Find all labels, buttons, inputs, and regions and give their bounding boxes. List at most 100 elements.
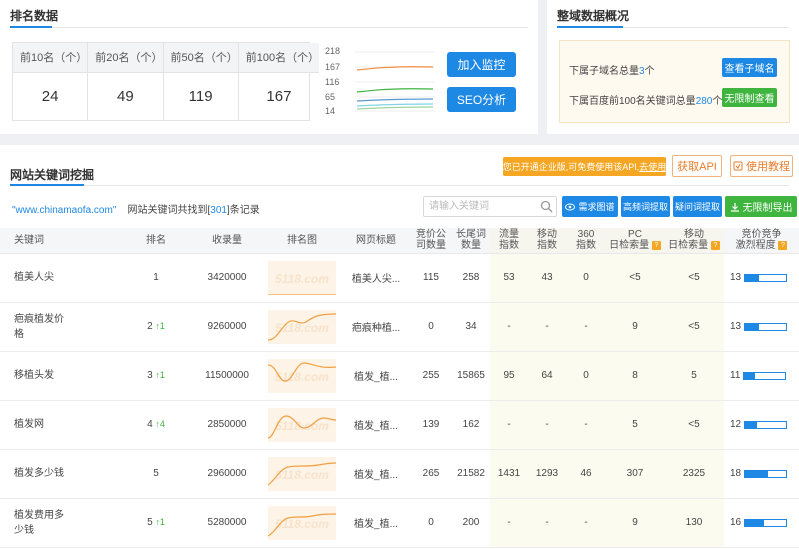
watermark: 5118.com [275, 517, 329, 531]
page-title-cell[interactable]: 植美人尖... [342, 253, 410, 303]
keyword-mining-panel: 网站关键词挖掘 您已开通企业版,可免费使用该API, 去使用 获取API 使用教程… [0, 145, 799, 549]
table-header-row: 关键词 排名 收录量 排名图 网页标题 竞价公 司数量 长尾词 数量 流量 指数 移动… [0, 228, 799, 254]
bid-count-cell[interactable]: 0 [410, 498, 452, 548]
rank-sparkline[interactable]: 5118.com [268, 505, 336, 540]
seo-analysis-button[interactable]: SEO分析 [447, 87, 516, 112]
keyword-cell[interactable]: 植发费用多 少钱 [0, 498, 120, 548]
keyword-search-input[interactable] [424, 197, 534, 216]
rank-data-panel: 排名数据 前10名（个） 24 前20名（个） 49 前50名（个） 119 前… [0, 0, 538, 134]
rank-sparkline[interactable]: 5118.com [268, 358, 336, 393]
competition-bar [744, 273, 788, 282]
search-icon[interactable] [540, 200, 553, 213]
keyword-table: 关键词 排名 收录量 排名图 网页标题 竞价公 司数量 长尾词 数量 流量 指数 移动… [0, 228, 799, 548]
help-icon[interactable]: ? [710, 241, 720, 251]
mobile-search-cell: <5 [664, 302, 724, 352]
rank-chart-cell[interactable]: 5118.com [262, 400, 342, 450]
rank-sparkline[interactable]: 5118.com [268, 456, 336, 491]
unlimited-view-button[interactable]: 无限制查看 [722, 88, 777, 107]
stat-value: 24 [41, 88, 59, 105]
help-icon[interactable]: ? [651, 241, 661, 251]
rank-sparkline[interactable]: 5118.com [268, 309, 336, 344]
mobile-search-cell: <5 [664, 253, 724, 303]
col-mobile-search[interactable]: 移动 日检索量 ? [664, 228, 724, 254]
col-traffic-index[interactable]: 流量 指数 [490, 228, 528, 254]
export-label: 无限制导出 [742, 203, 793, 214]
rank-trend-chart: 218 167 116 65 14 [325, 44, 435, 118]
pc-search-cell: 307 [606, 449, 664, 499]
col-rank[interactable]: 排名 [120, 228, 192, 254]
mobile-index-cell: 43 [528, 253, 566, 303]
rank-cell: 2 ↑1 [120, 302, 192, 352]
rank-chart-cell[interactable]: 5118.com [262, 449, 342, 499]
demand-graph-button[interactable]: 需求图谱 [562, 196, 618, 217]
enterprise-api-promo[interactable]: 您已开通企业版,可免费使用该API, 去使用 [503, 157, 666, 176]
col-360-index[interactable]: 360 指数 [566, 228, 606, 254]
mobile-search-cell: 130 [664, 498, 724, 548]
rank-cell: 4 ↑4 [120, 400, 192, 450]
rank-stats-table: 前10名（个） 24 前20名（个） 49 前50名（个） 119 前100名（… [12, 42, 320, 121]
chart-tick: 116 [325, 77, 340, 87]
site-link[interactable]: "www.chinamaofa.com" [12, 205, 116, 216]
bid-count-cell[interactable]: 115 [410, 253, 452, 303]
competition-bar [744, 420, 788, 429]
rank-chart-cell[interactable]: 5118.com [262, 302, 342, 352]
frequent-word-button[interactable]: 高频词提取 [621, 196, 670, 217]
page-title-cell[interactable]: 植发_植... [342, 449, 410, 499]
help-icon[interactable]: ? [778, 241, 788, 251]
bid-count-cell[interactable]: 265 [410, 449, 452, 499]
rank-chart-cell[interactable]: 5118.com [262, 498, 342, 548]
competition-cell: 18 [724, 449, 799, 499]
bid-count-cell[interactable]: 139 [410, 400, 452, 450]
rank-chart-cell[interactable]: 5118.com [262, 253, 342, 303]
page-title-cell[interactable]: 疤痕种植... [342, 302, 410, 352]
col-pc-search[interactable]: PC 日检索量 ? [606, 228, 664, 254]
competition-bar [744, 518, 788, 527]
col-keyword[interactable]: 关键词 [0, 228, 120, 254]
rank-cell: 5 ↑1 [120, 498, 192, 548]
add-monitor-button[interactable]: 加入监控 [447, 52, 516, 77]
question-word-button[interactable]: 疑问词提取 [673, 196, 722, 217]
bid-count-cell[interactable]: 0 [410, 302, 452, 352]
unlimited-export-button[interactable]: 无限制导出 [725, 196, 797, 217]
rank-chart-cell[interactable]: 5118.com [262, 351, 342, 401]
keyword-cell[interactable]: 移植头发 [0, 351, 120, 401]
mobile-index-cell: 1293 [528, 449, 566, 499]
col-mobile-index[interactable]: 移动 指数 [528, 228, 566, 254]
stat-top20: 前20名（个） 49 [88, 43, 164, 120]
col-longtail[interactable]: 长尾词 数量 [452, 228, 490, 254]
rank-cell: 3 ↑1 [120, 351, 192, 401]
bid-count-cell[interactable]: 255 [410, 351, 452, 401]
get-api-button[interactable]: 获取API [672, 155, 722, 177]
keyword-cell[interactable]: 植发网 [0, 400, 120, 450]
col-indexed[interactable]: 收录量 [192, 228, 262, 254]
indexed-cell: 5280000 [192, 498, 262, 548]
chart-tick: 14 [325, 106, 336, 116]
index-360-cell: - [566, 302, 606, 352]
mobile-search-cell: 5 [664, 351, 724, 401]
competition-bar [744, 469, 788, 478]
subdomain-count-text: 下属子域名总量3个 [569, 66, 655, 77]
keyword-cell[interactable]: 植美人尖 [0, 253, 120, 303]
tutorial-button[interactable]: 使用教程 [730, 155, 793, 177]
pc-search-cell: 5 [606, 400, 664, 450]
page-title-cell[interactable]: 植发_植... [342, 498, 410, 548]
rank-sparkline[interactable]: 5118.com [268, 407, 336, 442]
rank-sparkline[interactable]: 5118.com [268, 260, 336, 295]
mobile-index-cell: - [528, 498, 566, 548]
indexed-cell: 2850000 [192, 400, 262, 450]
rank-data-title: 排名数据 [10, 9, 59, 23]
competition-cell: 12 [724, 400, 799, 450]
title-underline [10, 184, 84, 186]
keyword-cell[interactable]: 疤痕植发价格 [0, 302, 120, 352]
view-subdomains-button[interactable]: 查看子域名 [722, 58, 777, 77]
use-api-link[interactable]: 去使用 [639, 160, 666, 173]
traffic-cell: 95 [490, 351, 528, 401]
traffic-cell: 53 [490, 253, 528, 303]
page-title-cell[interactable]: 植发_植... [342, 400, 410, 450]
keyword-cell[interactable]: 植发多少钱 [0, 449, 120, 499]
col-competition[interactable]: 竞价竞争 激烈程度 ? [724, 228, 799, 254]
watermark: 5118.com [275, 272, 329, 286]
stat-label: 前10名（个） [13, 43, 88, 73]
col-bid-count[interactable]: 竞价公 司数量 [410, 228, 452, 254]
page-title-cell[interactable]: 植发_植... [342, 351, 410, 401]
